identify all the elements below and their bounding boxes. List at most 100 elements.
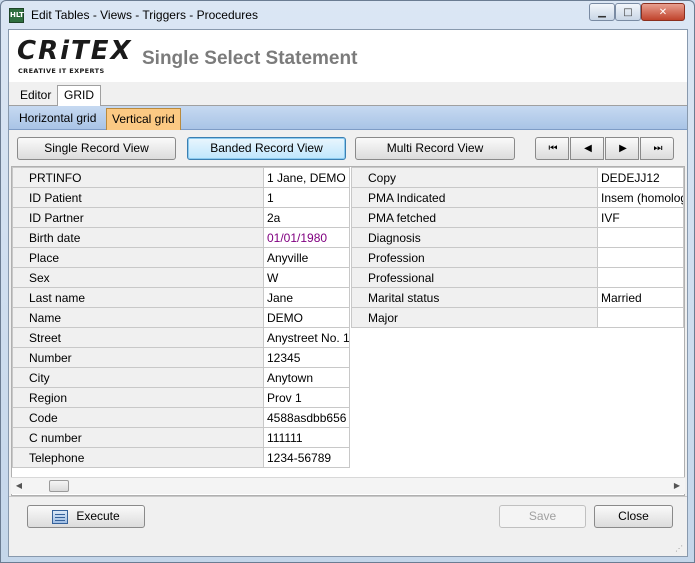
grid-subtabs: Horizontal grid Vertical grid xyxy=(9,106,687,130)
close-icon: ✕ xyxy=(658,6,668,18)
left-grid-row[interactable]: ID Patient 1 xyxy=(12,187,350,208)
left-grid-row[interactable]: Code 4588asdbb656 xyxy=(12,407,350,428)
header: CRiTEX CREATIVE IT EXPERTS Single Select… xyxy=(9,30,687,82)
left-grid-row[interactable]: ID Partner 2a xyxy=(12,207,350,228)
right-grid-row[interactable]: Copy DEDEJJ12 xyxy=(351,167,684,188)
right-grid-row[interactable]: Marital status Married xyxy=(351,287,684,308)
field-value[interactable] xyxy=(597,307,684,328)
field-label: Marital status xyxy=(351,287,598,308)
close-button[interactable]: Close xyxy=(594,505,673,528)
resize-grip-icon[interactable]: ⋰ xyxy=(675,544,685,554)
right-grid-row[interactable]: PMA fetched IVF xyxy=(351,207,684,228)
field-label: ID Partner xyxy=(12,207,264,228)
horizontal-scrollbar[interactable]: ◀ ▶ xyxy=(11,477,685,494)
last-record-icon: ⏭ xyxy=(653,143,663,154)
right-grid-row[interactable]: Major xyxy=(351,307,684,328)
field-value[interactable]: Anystreet No. 1 xyxy=(263,327,350,348)
left-grid-row[interactable]: Sex W xyxy=(12,267,350,288)
next-record-button[interactable]: ▶ xyxy=(605,137,639,160)
single-record-view-button[interactable]: Single Record View xyxy=(17,137,176,160)
right-grid-row[interactable]: PMA Indicated Insem (homolog xyxy=(351,187,684,208)
tab-vertical-grid[interactable]: Vertical grid xyxy=(106,108,181,130)
banded-record-view-button[interactable]: Banded Record View xyxy=(187,137,346,160)
previous-record-button[interactable]: ◀ xyxy=(570,137,604,160)
first-record-button[interactable]: ⏮ xyxy=(535,137,569,160)
right-grid-row[interactable]: Profession xyxy=(351,247,684,268)
left-grid-row[interactable]: PRTINFO 1 Jane, DEMO xyxy=(12,167,350,188)
field-label: Birth date xyxy=(12,227,264,248)
window-title: Edit Tables - Views - Triggers - Procedu… xyxy=(31,8,258,22)
field-value[interactable]: Anytown xyxy=(263,367,350,388)
field-value[interactable]: 1 Jane, DEMO xyxy=(263,167,350,188)
save-button[interactable]: Save xyxy=(499,505,586,528)
left-grid-row[interactable]: Region Prov 1 xyxy=(12,387,350,408)
right-grid-row[interactable]: Professional xyxy=(351,267,684,288)
field-label: PRTINFO xyxy=(12,167,264,188)
field-value[interactable]: Prov 1 xyxy=(263,387,350,408)
execute-label: Execute xyxy=(76,509,120,523)
field-value[interactable]: Jane xyxy=(263,287,350,308)
grid-left-table: PRTINFO 1 Jane, DEMO ID Patient 1 ID Partner… xyxy=(12,167,350,468)
minimize-button[interactable]: ▁ xyxy=(589,3,615,21)
left-grid-row[interactable]: Name DEMO xyxy=(12,307,350,328)
field-value[interactable]: DEDEJJ12 xyxy=(597,167,684,188)
field-label: Place xyxy=(12,247,264,268)
field-value[interactable]: 01/01/1980 xyxy=(263,227,350,248)
field-label: PMA Indicated xyxy=(351,187,598,208)
scroll-left-icon[interactable]: ◀ xyxy=(13,480,25,492)
field-value[interactable]: DEMO xyxy=(263,307,350,328)
field-value[interactable]: 12345 xyxy=(263,347,350,368)
field-label: Number xyxy=(12,347,264,368)
tab-horizontal-grid[interactable]: Horizontal grid xyxy=(14,108,101,130)
footer-divider xyxy=(9,496,687,497)
app-icon: HLT xyxy=(9,8,24,23)
grid-right-table: Copy DEDEJJ12 PMA Indicated Insem (homolog P… xyxy=(351,167,684,328)
field-label: Region xyxy=(12,387,264,408)
next-record-icon: ▶ xyxy=(619,143,627,154)
main-tabs: Editor GRID xyxy=(9,84,687,106)
left-grid-row[interactable]: Number 12345 xyxy=(12,347,350,368)
field-label: Name xyxy=(12,307,264,328)
field-value[interactable]: 4588asdbb656 xyxy=(263,407,350,428)
last-record-button[interactable]: ⏭ xyxy=(640,137,674,160)
left-grid-row[interactable]: Last name Jane xyxy=(12,287,350,308)
client-area: CRiTEX CREATIVE IT EXPERTS Single Select… xyxy=(8,29,688,557)
left-grid-row[interactable]: Telephone 1234-56789 xyxy=(12,447,350,468)
scroll-thumb[interactable] xyxy=(49,480,69,492)
right-grid-row[interactable]: Diagnosis xyxy=(351,227,684,248)
vertical-grid: PRTINFO 1 Jane, DEMO ID Patient 1 ID Partner… xyxy=(11,166,685,496)
field-value[interactable] xyxy=(597,247,684,268)
title-bar[interactable]: HLT Edit Tables - Views - Triggers - Pro… xyxy=(1,1,694,29)
left-grid-row[interactable]: Place Anyville xyxy=(12,247,350,268)
left-grid-row[interactable]: C number 111111 xyxy=(12,427,350,448)
field-value[interactable]: Married xyxy=(597,287,684,308)
field-value[interactable]: IVF xyxy=(597,207,684,228)
left-grid-row[interactable]: City Anytown xyxy=(12,367,350,388)
scroll-right-icon[interactable]: ▶ xyxy=(671,480,683,492)
field-label: Sex xyxy=(12,267,264,288)
field-value[interactable]: 1 xyxy=(263,187,350,208)
field-value[interactable]: Anyville xyxy=(263,247,350,268)
tab-editor[interactable]: Editor xyxy=(14,86,57,106)
field-value[interactable] xyxy=(597,227,684,248)
close-window-button[interactable]: ✕ xyxy=(641,3,685,21)
field-label: Major xyxy=(351,307,598,328)
field-value[interactable]: Insem (homolog xyxy=(597,187,684,208)
field-value[interactable]: 1234-56789 xyxy=(263,447,350,468)
field-value[interactable]: 111111 xyxy=(263,427,350,448)
field-value[interactable]: 2a xyxy=(263,207,350,228)
critex-logo: CRiTEX CREATIVE IT EXPERTS xyxy=(17,36,131,76)
multi-record-view-button[interactable]: Multi Record View xyxy=(355,137,515,160)
field-label: C number xyxy=(12,427,264,448)
field-value[interactable]: W xyxy=(263,267,350,288)
field-value[interactable] xyxy=(597,267,684,288)
field-label: Diagnosis xyxy=(351,227,598,248)
field-label: Professional xyxy=(351,267,598,288)
left-grid-row[interactable]: Street Anystreet No. 1 xyxy=(12,327,350,348)
field-label: Copy xyxy=(351,167,598,188)
maximize-button[interactable]: □ xyxy=(615,3,641,21)
tab-grid[interactable]: GRID xyxy=(57,85,101,106)
left-grid-row[interactable]: Birth date 01/01/1980 xyxy=(12,227,350,248)
field-label: Code xyxy=(12,407,264,428)
execute-button[interactable]: Execute xyxy=(27,505,145,528)
